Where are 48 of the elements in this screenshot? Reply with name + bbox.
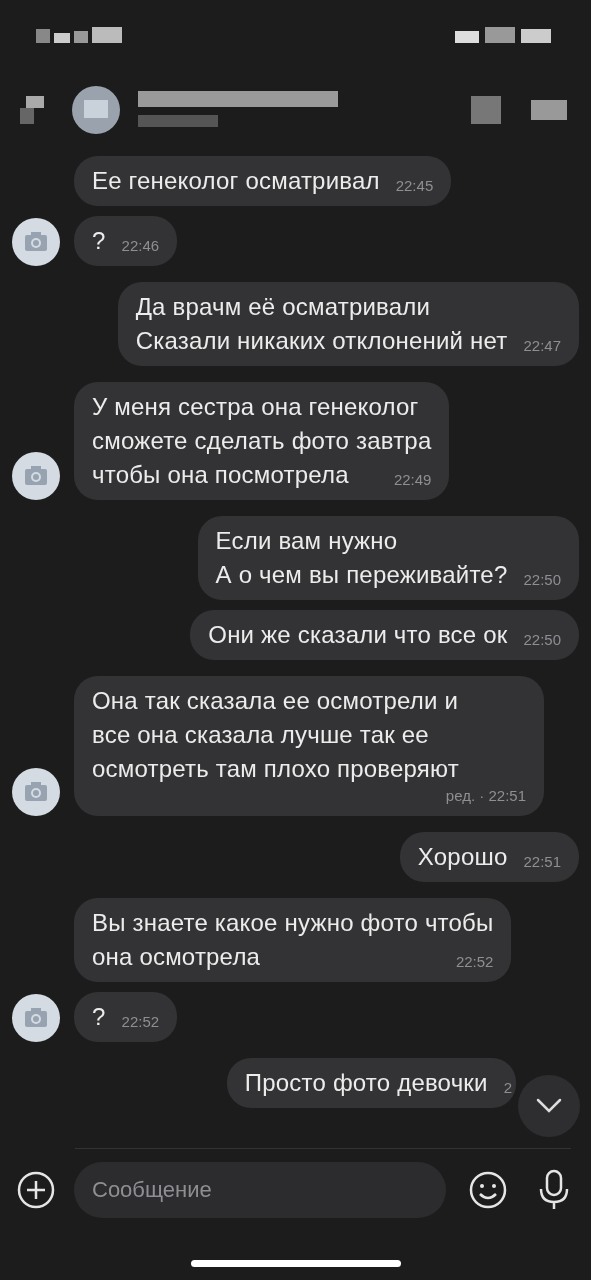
message-text: А о чем вы переживайте? [215,560,508,590]
message-bubble[interactable]: Хорошо 22:51 [399,832,579,882]
message-time: 22:50 [523,630,561,650]
message-text: ? [92,1002,106,1032]
message-text: осмотреть там плохо проверяют [92,754,459,784]
message-text: Сказали никаких отклонений нет [135,326,508,356]
add-icon[interactable] [16,1170,56,1210]
message-text: Она так сказала ее осмотрели и [92,686,460,716]
message-text: У меня сестра она генеколог [92,392,420,422]
message-bubble[interactable]: ? 22:46 [74,216,178,266]
emoji-icon[interactable] [468,1170,508,1210]
message-time: 2 [503,1078,512,1098]
message-text: Они же сказали что все ок [208,620,508,650]
avatar-camera-icon[interactable] [12,218,60,266]
message-text: сможете сделать фото завтра [92,426,432,456]
avatar-camera-icon[interactable] [12,452,60,500]
avatar-camera-icon[interactable] [12,994,60,1042]
message-text: Ее генеколог осматривал [92,166,380,196]
message-time: 22:46 [121,236,160,256]
chevron-down-icon [536,1098,562,1114]
message-bubble[interactable]: Она так сказала ее осмотрели и все она сказала лучше так ее осмотреть там плохо проверяют ред. · 22:51 [74,676,544,816]
message-text: Если вам нужно [215,526,399,556]
message-text: Да врачм её осматривали [135,292,432,322]
message-field[interactable]: Сообщение [74,1162,446,1218]
message-bubble[interactable]: Вы знаете какое нужно фото чтобы она осмотрела 22:52 [74,898,512,982]
message-time: 22:49 [393,470,432,490]
message-bubble[interactable]: Ее генеколог осматривал 22:45 [74,156,452,206]
message-time: 22:45 [395,176,434,196]
message-bubble[interactable]: ? 22:52 [74,992,178,1042]
message-time: 22:50 [523,570,561,590]
message-time: ред. · 22:51 [445,786,526,806]
message-bubble[interactable]: Да врачм её осматривали Сказали никаких отклонений нет 22:47 [117,282,579,366]
message-text: Хорошо [417,842,508,872]
message-text: ? [92,226,106,256]
avatar-camera-icon[interactable] [12,768,60,816]
message-bubble[interactable]: У меня сестра она генеколог сможете сделать фото завтра чтобы она посмотрела 22:49 [74,382,450,500]
message-time: 22:52 [455,952,494,972]
message-text: Вы знаете какое нужно фото чтобы [92,908,494,938]
message-text: она осмотрела [92,942,261,972]
message-text: Просто фото девочки [244,1068,488,1098]
message-time: 22:47 [523,336,561,356]
message-time: 22:52 [121,1012,160,1032]
message-bubble[interactable]: Просто фото девочки 2 [226,1058,516,1108]
message-bubble[interactable]: Если вам нужно А о чем вы переживайте? 22:50 [197,516,579,600]
message-text: чтобы она посмотрела [92,460,349,490]
message-text: все она сказала лучше так ее [92,720,430,750]
message-bubble[interactable]: Они же сказали что все ок 22:50 [190,610,579,660]
message-time: 22:51 [523,852,561,872]
